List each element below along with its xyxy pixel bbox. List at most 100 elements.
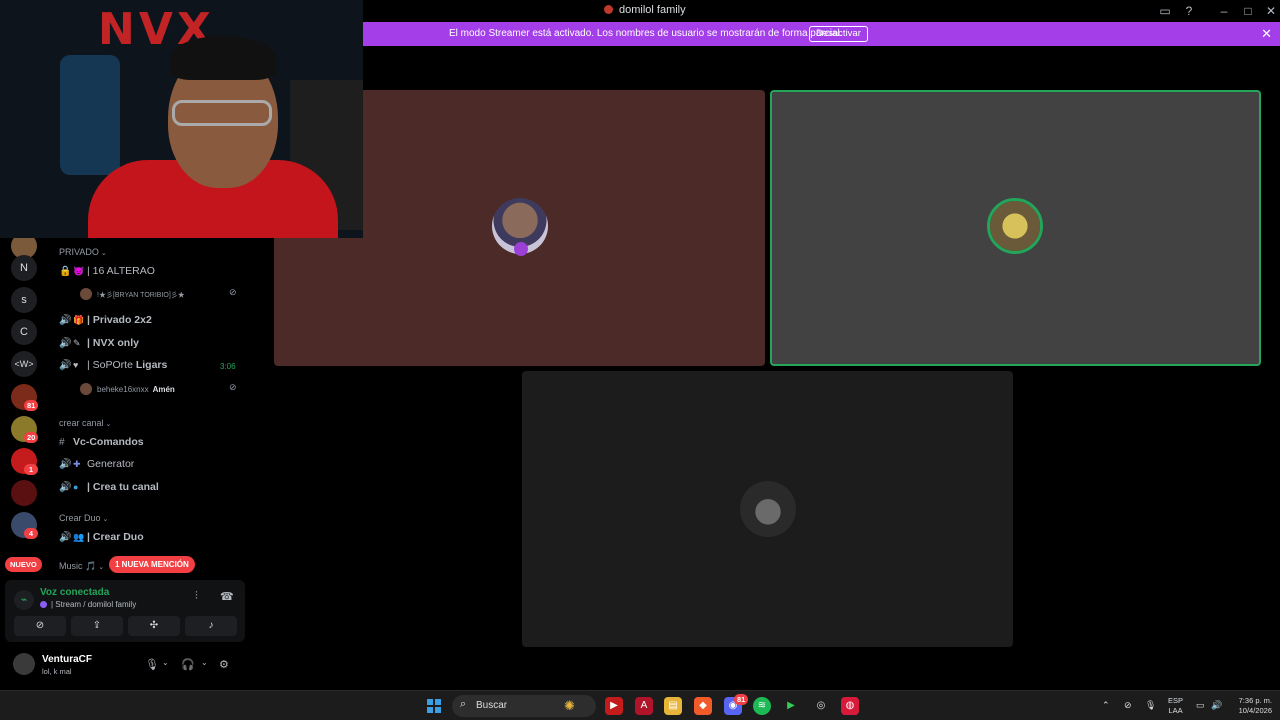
avatar	[80, 383, 92, 395]
chevron-down-icon[interactable]: ⌄	[201, 658, 208, 667]
speaker-icon: 🔊	[59, 360, 72, 371]
server-c[interactable]: C	[11, 319, 37, 345]
server-badge: 1	[24, 464, 38, 475]
signal-icon[interactable]: ⌁	[14, 590, 34, 610]
clock[interactable]: 7:36 p. m. 10/4/2026	[1226, 696, 1272, 716]
brave-browser-icon[interactable]: ◆	[694, 697, 712, 715]
hashtag-icon: #	[59, 437, 65, 448]
minimize-button[interactable]: –	[1216, 3, 1232, 19]
voice-user-beheke[interactable]: beheke16xnxx Amén	[80, 383, 175, 395]
youtube-app-icon[interactable]: ▶	[605, 697, 623, 715]
voice-tile[interactable]	[522, 371, 1013, 647]
camera-off-button[interactable]: ⊘	[14, 616, 66, 636]
app-icon[interactable]: ◍	[841, 697, 859, 715]
maximize-button[interactable]: □	[1240, 3, 1256, 19]
channel-vc-comandos[interactable]: # Vc-Comandos	[59, 436, 144, 448]
inbox-icon[interactable]: ▭	[1157, 3, 1173, 19]
speaker-icon: 🔊	[59, 482, 72, 493]
spotify-app-icon[interactable]: ≋	[753, 697, 771, 715]
display-icon[interactable]: ▭	[1196, 700, 1205, 711]
search-icon: ⌕	[460, 698, 467, 710]
server-n[interactable]: N	[11, 255, 37, 281]
voice-status[interactable]: Voz conectada	[40, 587, 109, 598]
headphones-icon[interactable]: 🎧	[181, 658, 195, 671]
webcam-overlay: NVX	[0, 0, 363, 238]
window-title: domilol family	[604, 4, 686, 16]
obs-app-icon[interactable]: ◎	[812, 697, 830, 715]
show-hidden-icons[interactable]: ⌃	[1102, 700, 1110, 711]
plus-icon: ✚	[73, 459, 81, 469]
taskbar: ⌕ Buscar ✺ ▶ A ▤ ◆ ◉ 81 ≋ ▶ ◎ ◍ ⌃ ⊘ 🎙 ES…	[0, 690, 1280, 720]
participant-avatar	[987, 198, 1043, 254]
search-highlight-icon: ✺	[564, 698, 575, 713]
chevron-down-icon: ⌄	[98, 564, 105, 571]
gear-icon[interactable]: ⚙	[219, 658, 229, 671]
avatar-decoration	[514, 242, 528, 256]
help-icon[interactable]: ?	[1181, 3, 1197, 19]
new-badge[interactable]: NUEVO	[5, 557, 42, 572]
chevron-down-icon: ⌄	[100, 250, 107, 257]
deafened-icon: ⊘	[229, 382, 237, 392]
close-window-button[interactable]: ✕	[1263, 3, 1279, 19]
channel-nvx-only[interactable]: 🔊 ✎ | NVX only	[59, 337, 139, 349]
close-icon[interactable]: ✕	[1261, 26, 1272, 42]
voice-panel: ⌁ Voz conectada | Stream / domilol famil…	[5, 580, 245, 642]
chevron-down-icon: ⌄	[105, 421, 112, 428]
feather-icon: ✎	[73, 338, 81, 348]
speaker-icon: 🔊	[59, 532, 72, 543]
server-badge: 81	[24, 400, 39, 411]
deafened-icon: ⊘	[229, 287, 237, 297]
volume-icon[interactable]: 🔊	[1211, 700, 1222, 711]
devil-icon: 😈	[73, 266, 85, 276]
voice-tile-speaking[interactable]	[770, 90, 1261, 366]
chevron-down-icon: ⌄	[102, 516, 109, 523]
channel-soporte[interactable]: 🔊 ♥ | SoPOrte Ligars	[59, 359, 167, 371]
server-icon	[604, 5, 613, 14]
channel-privado-2x2[interactable]: 🔊 🎁 | Privado 2x2	[59, 314, 152, 326]
microphone-icon[interactable]: 🎙	[1145, 700, 1156, 711]
language-indicator[interactable]: ESP LAA	[1168, 696, 1183, 716]
category-music[interactable]: Music 🎵 ⌄	[59, 561, 104, 572]
server-icon[interactable]	[11, 480, 37, 506]
avatar[interactable]	[13, 653, 35, 675]
voice-user-bryan[interactable]: !★彡[BRYAN TORIBIO]彡★	[80, 288, 185, 300]
adobe-app-icon[interactable]: A	[635, 697, 653, 715]
category-privado[interactable]: PRIVADO ⌄	[59, 247, 107, 257]
chevron-down-icon[interactable]: ⌄	[162, 658, 169, 667]
taskbar-search[interactable]: ⌕ Buscar ✺	[452, 695, 596, 717]
microphone-icon[interactable]: 🎙	[145, 658, 159, 671]
channel-generator[interactable]: 🔊 ✚ Generator	[59, 458, 134, 470]
server-w[interactable]: <W>	[11, 351, 37, 377]
participant-avatar	[740, 481, 796, 537]
lock-icon: 🔒	[59, 266, 72, 277]
server-badge: 4	[24, 528, 38, 539]
soundboard-button[interactable]: ♪	[185, 616, 237, 636]
network-icon[interactable]: ⊘	[1124, 700, 1132, 711]
speaker-icon: 🔊	[59, 315, 72, 326]
screen-share-button[interactable]: ⇪	[71, 616, 123, 636]
category-crear-duo[interactable]: Crear Duo ⌄	[59, 513, 108, 523]
speaker-icon: 🔊	[59, 338, 72, 349]
voice-channel-link[interactable]: | Stream / domilol family	[40, 600, 136, 609]
channel-timer: 3:06	[220, 362, 236, 371]
activities-button[interactable]: ✣	[128, 616, 180, 636]
gift-icon: 🎁	[73, 315, 85, 325]
server-icon	[40, 601, 47, 608]
channel-alterao[interactable]: 🔒 😈 | 16 ALTERAO	[59, 265, 155, 277]
streamer-mode-banner: El modo Streamer está activado. Los nomb…	[363, 22, 1280, 46]
server-badge: 20	[24, 432, 39, 443]
globe-icon: ●	[73, 482, 79, 492]
channel-crea-tu-canal[interactable]: 🔊 ● | Crea tu canal	[59, 481, 159, 493]
people-icon: 👥	[73, 532, 85, 542]
play-app-icon[interactable]: ▶	[782, 697, 800, 715]
disconnect-icon[interactable]: ☎	[220, 590, 234, 603]
noise-suppression-icon[interactable]: ⫶	[195, 590, 198, 603]
deactivate-button[interactable]: Desactivar	[809, 26, 868, 42]
category-crear-canal[interactable]: crear canal ⌄	[59, 418, 111, 428]
file-explorer-icon[interactable]: ▤	[664, 697, 682, 715]
server-s[interactable]: s	[11, 287, 37, 313]
username[interactable]: VenturaCF	[42, 654, 92, 665]
channel-crear-duo[interactable]: 🔊 👥 | Crear Duo	[59, 531, 144, 543]
new-mention-pill[interactable]: 1 NUEVA MENCIÓN	[109, 556, 195, 573]
start-button[interactable]	[427, 699, 441, 713]
